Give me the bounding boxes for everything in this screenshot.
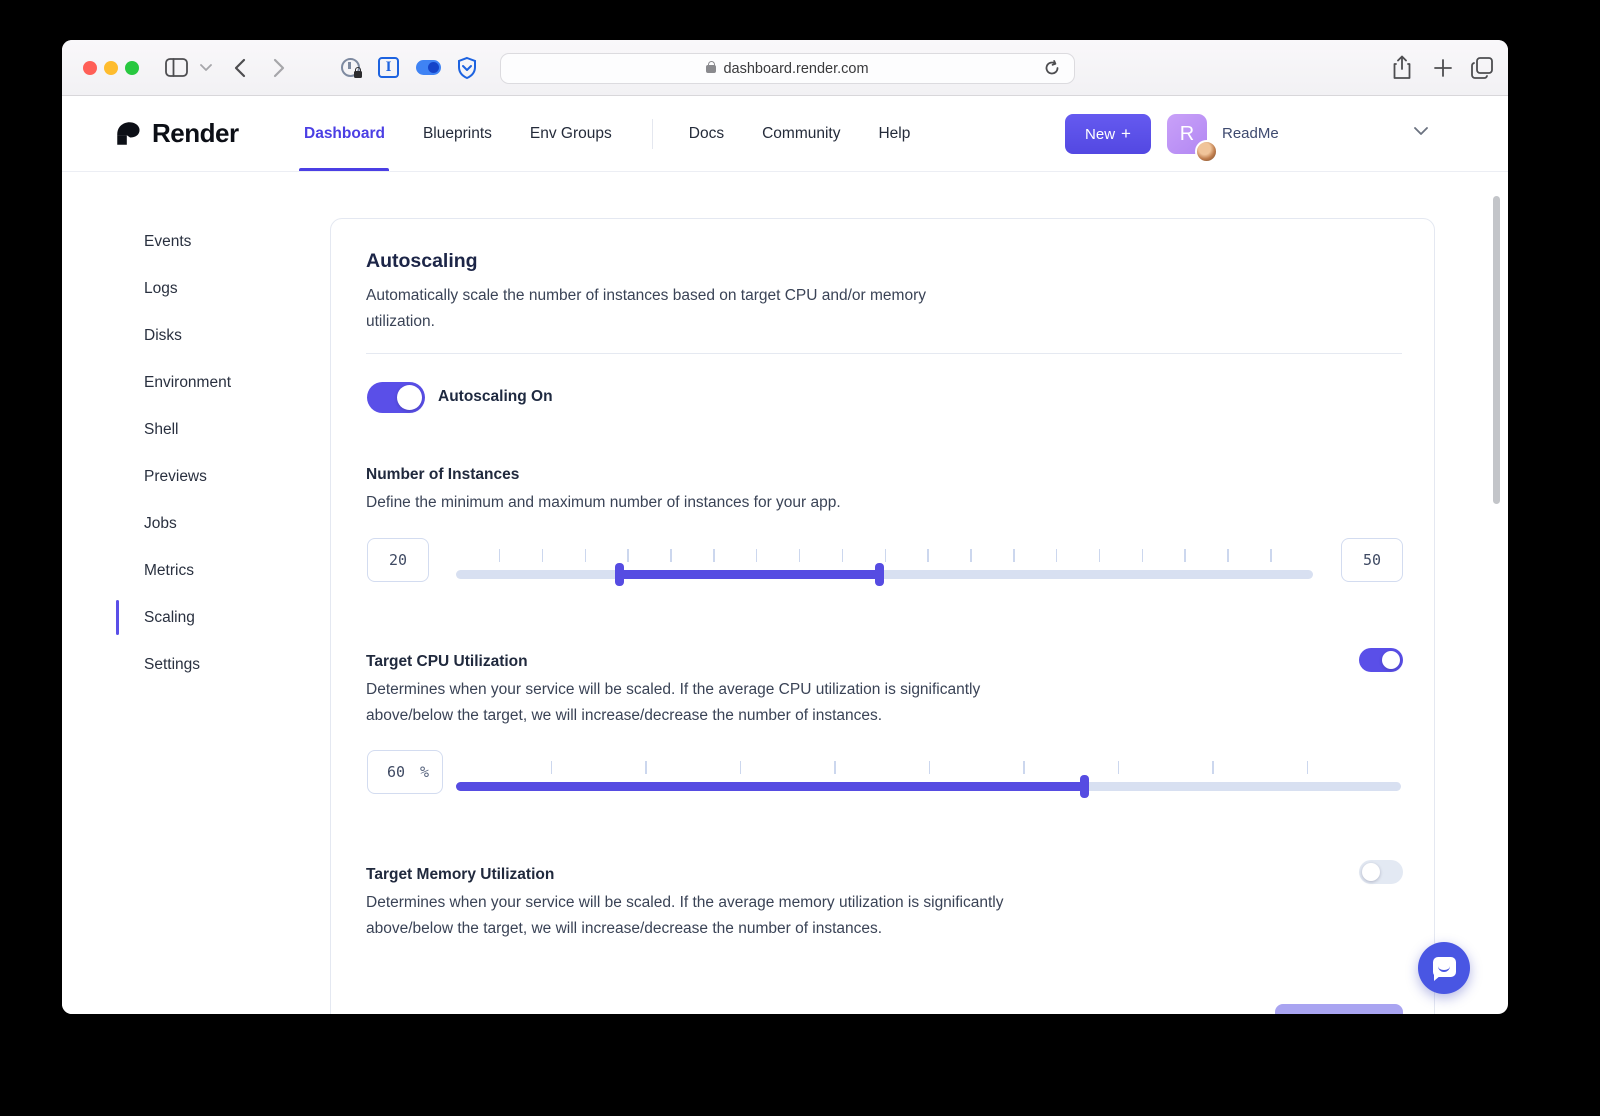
divider [366,353,1402,354]
memory-toggle[interactable] [1359,860,1403,884]
percent-unit: % [420,763,429,781]
sidebar-item-label: Previews [144,468,207,486]
zoom-window-button[interactable] [125,61,139,75]
autoscaling-toggle-label: Autoscaling On [438,388,553,406]
lock-icon [706,65,716,73]
browser-toolbar: I dashboard.render.com [62,40,1508,96]
cpu-label: Target CPU Utilization [366,653,528,671]
workspace-name: ReadMe [1222,125,1279,142]
instances-description: Define the minimum and maximum number of… [366,490,841,516]
page-subtitle: Automatically scale the number of instan… [366,283,956,335]
onepassword-icon[interactable] [341,58,360,77]
sidebar-item-environment[interactable]: Environment [62,359,330,406]
sidebar-item-logs[interactable]: Logs [62,265,330,312]
cpu-slider[interactable] [456,782,1401,791]
cpu-toggle[interactable] [1359,648,1403,672]
chat-widget-button[interactable] [1418,942,1470,994]
nav-item-community[interactable]: Community [762,125,840,143]
cpu-slider-ticks [456,761,1401,774]
reader-icon[interactable]: I [378,57,399,78]
brand-name: Render [152,118,239,149]
instances-label: Number of Instances [366,466,519,484]
instances-slider-max-handle[interactable] [875,563,884,586]
sidebar-item-events[interactable]: Events [62,218,330,265]
sidebar-icon[interactable] [165,58,189,78]
tabs-icon[interactable] [1470,56,1494,80]
active-indicator [116,600,119,635]
sidebar-item-label: Scaling [144,609,195,627]
nav-item-dashboard[interactable]: Dashboard [304,125,385,143]
sidebar-item-settings[interactable]: Settings [62,641,330,688]
forward-icon[interactable] [273,58,285,78]
sidebar-item-label: Settings [144,656,200,674]
page-title: Autoscaling [366,250,478,273]
share-icon[interactable] [1392,55,1412,81]
autoscaling-toggle[interactable] [367,382,425,413]
page-scrollbar[interactable] [1493,196,1500,504]
sidebar-item-label: Shell [144,421,178,439]
close-window-button[interactable] [83,61,97,75]
min-instances-input[interactable]: 20 [367,538,429,582]
sidebar-item-label: Logs [144,280,178,298]
sidebar-item-jobs[interactable]: Jobs [62,500,330,547]
sidebar-item-label: Disks [144,327,182,345]
toolbar-chevron-down-icon[interactable] [200,64,212,72]
primary-nav: Dashboard Blueprints Env Groups Docs Com… [304,96,910,172]
minimize-window-button[interactable] [104,61,118,75]
user-photo-avatar[interactable] [1195,140,1218,163]
autoscaling-panel: Autoscaling Automatically scale the numb… [330,218,1435,1014]
sidebar-item-label: Environment [144,374,231,392]
instances-slider-min-handle[interactable] [615,563,624,586]
memory-label: Target Memory Utilization [366,866,554,884]
instances-slider-ticks [456,549,1313,562]
reload-icon[interactable] [1044,60,1060,76]
service-sidebar: Events Logs Disks Environment Shell Previews J… [62,172,330,1014]
plus-icon: + [1121,124,1131,144]
sidebar-list: Events Logs Disks Environment Shell Previews J… [62,172,330,688]
new-button[interactable]: New + [1065,114,1151,154]
nav-item-help[interactable]: Help [878,125,910,143]
nav-item-env-groups[interactable]: Env Groups [530,125,612,143]
sidebar-item-shell[interactable]: Shell [62,406,330,453]
nav-active-underline [299,168,389,171]
max-instances-input[interactable]: 50 [1341,538,1403,582]
cpu-slider-fill [456,782,1084,791]
app-header: Render Dashboard Blueprints Env Groups D… [62,96,1508,172]
address-bar[interactable]: dashboard.render.com [500,53,1075,84]
sidebar-item-scaling[interactable]: Scaling [62,594,330,641]
memory-description: Determines when your service will be sca… [366,890,1066,942]
cpu-slider-handle[interactable] [1080,775,1089,798]
chat-bubble-icon [1433,957,1456,977]
sidebar-item-disks[interactable]: Disks [62,312,330,359]
sidebar-item-label: Jobs [144,515,177,533]
sidebar-item-label: Events [144,233,191,251]
sidebar-item-previews[interactable]: Previews [62,453,330,500]
new-tab-icon[interactable] [1433,58,1453,78]
instances-slider-fill [619,570,879,579]
sidebar-item-label: Metrics [144,562,194,580]
nav-divider [652,119,653,149]
nav-item-blueprints[interactable]: Blueprints [423,125,492,143]
render-logo-icon [115,120,142,147]
browser-window: I dashboard.render.com [62,40,1508,1014]
cpu-description: Determines when your service will be sca… [366,677,1066,729]
back-icon[interactable] [234,58,246,78]
url-text: dashboard.render.com [723,61,868,77]
instances-range-slider[interactable] [456,570,1313,579]
account-chevron-down-icon[interactable] [1414,127,1428,136]
save-changes-button[interactable]: Save Changes [1275,1004,1403,1014]
render-logo[interactable]: Render [115,118,239,149]
cpu-target-input[interactable]: 60 % [367,750,443,794]
nav-item-docs[interactable]: Docs [689,125,724,143]
sidebar-item-metrics[interactable]: Metrics [62,547,330,594]
extension-toggle-icon[interactable] [416,60,441,75]
shield-icon[interactable] [456,56,478,80]
